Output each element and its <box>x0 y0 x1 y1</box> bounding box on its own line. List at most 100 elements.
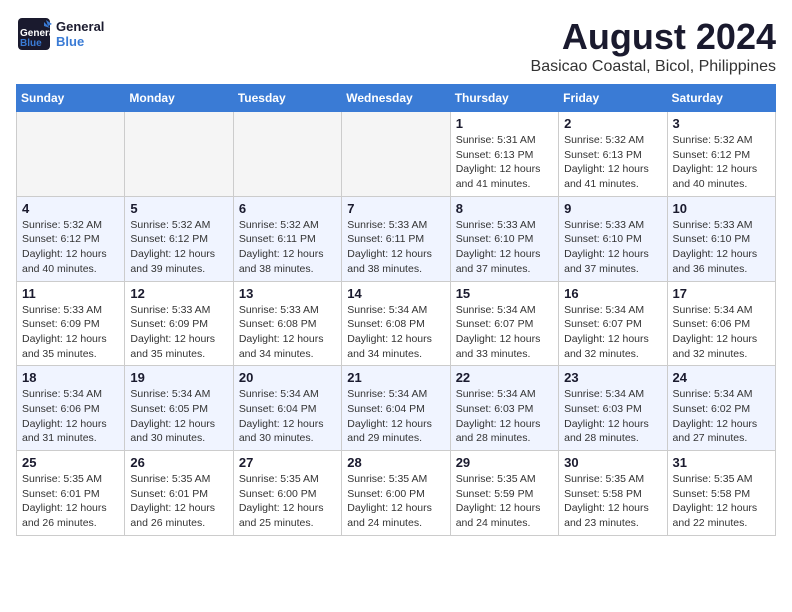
header-tuesday: Tuesday <box>233 85 341 112</box>
sunset: Sunset: 6:04 PM <box>239 403 317 415</box>
daylight: Daylight: 12 hours and 37 minutes. <box>456 248 541 275</box>
daylight: Daylight: 12 hours and 35 minutes. <box>130 333 215 360</box>
day-number: 14 <box>347 286 444 301</box>
table-row: 24Sunrise: 5:34 AMSunset: 6:02 PMDayligh… <box>667 366 775 451</box>
daylight: Daylight: 12 hours and 40 minutes. <box>22 248 107 275</box>
day-info: Sunrise: 5:33 AMSunset: 6:09 PMDaylight:… <box>130 303 227 362</box>
daylight: Daylight: 12 hours and 33 minutes. <box>456 333 541 360</box>
table-row: 25Sunrise: 5:35 AMSunset: 6:01 PMDayligh… <box>17 451 125 536</box>
day-info: Sunrise: 5:33 AMSunset: 6:10 PMDaylight:… <box>456 218 553 277</box>
sunset: Sunset: 6:06 PM <box>22 403 100 415</box>
sunrise: Sunrise: 5:34 AM <box>673 388 753 400</box>
header-sunday: Sunday <box>17 85 125 112</box>
day-info: Sunrise: 5:32 AMSunset: 6:13 PMDaylight:… <box>564 133 661 192</box>
day-info: Sunrise: 5:34 AM Sunset: 6:04 PM Daylight:… <box>239 387 336 446</box>
day-info: Sunrise: 5:35 AMSunset: 5:59 PMDaylight:… <box>456 472 553 531</box>
sunset: Sunset: 6:00 PM <box>347 488 425 500</box>
logo-general: General <box>56 19 104 34</box>
month-title: August 2024 <box>531 16 776 58</box>
sunrise: Sunrise: 5:35 AM <box>22 473 102 485</box>
table-row: 8Sunrise: 5:33 AMSunset: 6:10 PMDaylight… <box>450 196 558 281</box>
sunset: Sunset: 5:58 PM <box>673 488 751 500</box>
sunrise: Sunrise: 5:33 AM <box>564 219 644 231</box>
day-info: Sunrise: 5:34 AMSunset: 6:03 PMDaylight:… <box>456 387 553 446</box>
sunrise: Sunrise: 5:35 AM <box>456 473 536 485</box>
daylight: Daylight: 12 hours and 29 minutes. <box>347 418 432 445</box>
calendar-week-4: 18 Sunrise: 5:34 AM Sunset: 6:06 PM Dayligh… <box>17 366 776 451</box>
day-number: 18 <box>22 370 119 385</box>
sunset: Sunset: 6:07 PM <box>564 318 642 330</box>
header-friday: Friday <box>559 85 667 112</box>
day-number: 9 <box>564 201 661 216</box>
day-number: 19 <box>130 370 227 385</box>
svg-text:Blue: Blue <box>20 38 42 49</box>
sunrise: Sunrise: 5:31 AM <box>456 134 536 146</box>
logo: General Blue General Blue <box>16 16 104 52</box>
table-row: 23Sunrise: 5:34 AMSunset: 6:03 PMDayligh… <box>559 366 667 451</box>
sunset: Sunset: 6:01 PM <box>130 488 208 500</box>
sunset: Sunset: 6:06 PM <box>673 318 751 330</box>
day-info: Sunrise: 5:34 AMSunset: 6:05 PMDaylight:… <box>130 387 227 446</box>
day-number: 13 <box>239 286 336 301</box>
sunset: Sunset: 6:03 PM <box>564 403 642 415</box>
table-row: 18Sunrise: 5:34 AMSunset: 6:06 PMDayligh… <box>17 366 125 451</box>
sunset: Sunset: 6:05 PM <box>130 403 208 415</box>
daylight: Daylight: 12 hours and 30 minutes. <box>239 418 324 445</box>
sunset: Sunset: 6:08 PM <box>347 318 425 330</box>
sunrise: Sunrise: 5:33 AM <box>130 304 210 316</box>
sunset: Sunset: 6:08 PM <box>239 318 317 330</box>
daylight: Daylight: 12 hours and 35 minutes. <box>22 333 107 360</box>
day-info: Sunrise: 5:35 AMSunset: 6:01 PMDaylight:… <box>22 472 119 531</box>
day-number: 16 <box>564 286 661 301</box>
table-row: 6Sunrise: 5:32 AMSunset: 6:11 PMDaylight… <box>233 196 341 281</box>
table-row: 1Sunrise: 5:31 AMSunset: 6:13 PMDaylight… <box>450 112 558 197</box>
calendar-header-row: Sunday Monday Tuesday Wednesday Thursday… <box>17 85 776 112</box>
sunrise: Sunrise: 5:34 AM <box>564 388 644 400</box>
table-row: 22Sunrise: 5:34 AMSunset: 6:03 PMDayligh… <box>450 366 558 451</box>
sunrise: Sunrise: 5:34 AM <box>347 304 427 316</box>
table-row: 30Sunrise: 5:35 AMSunset: 5:58 PMDayligh… <box>559 451 667 536</box>
daylight: Daylight: 12 hours and 23 minutes. <box>564 502 649 529</box>
calendar-week-1: 1Sunrise: 5:31 AMSunset: 6:13 PMDaylight… <box>17 112 776 197</box>
day-info: Sunrise: 5:32 AMSunset: 6:11 PMDaylight:… <box>239 218 336 277</box>
table-row: 12Sunrise: 5:33 AMSunset: 6:09 PMDayligh… <box>125 281 233 366</box>
day-info: Sunrise: 5:35 AMSunset: 6:01 PMDaylight:… <box>130 472 227 531</box>
day-info: Sunrise: 5:34 AMSunset: 6:07 PMDaylight:… <box>564 303 661 362</box>
day-info: Sunrise: 5:34 AMSunset: 6:02 PMDaylight:… <box>673 387 770 446</box>
sunset: Sunset: 6:09 PM <box>22 318 100 330</box>
daylight: Daylight: 12 hours and 40 minutes. <box>673 163 758 190</box>
day-info: Sunrise: 5:35 AMSunset: 6:00 PMDaylight:… <box>239 472 336 531</box>
sunset: Sunset: 6:10 PM <box>673 233 751 245</box>
table-row: 11Sunrise: 5:33 AMSunset: 6:09 PMDayligh… <box>17 281 125 366</box>
day-number: 5 <box>130 201 227 216</box>
day-number: 20 <box>239 370 336 385</box>
day-number: 4 <box>22 201 119 216</box>
day-number: 11 <box>22 286 119 301</box>
daylight: Daylight: 12 hours and 41 minutes. <box>456 163 541 190</box>
table-row: 29Sunrise: 5:35 AMSunset: 5:59 PMDayligh… <box>450 451 558 536</box>
day-info: Sunrise: 5:35 AMSunset: 6:00 PMDaylight:… <box>347 472 444 531</box>
daylight: Daylight: 12 hours and 41 minutes. <box>564 163 649 190</box>
sunrise: Sunrise: 5:34 AM <box>673 304 753 316</box>
day-number: 26 <box>130 455 227 470</box>
table-row: 21Sunrise: 5:34 AMSunset: 6:04 PMDayligh… <box>342 366 450 451</box>
table-row: 5Sunrise: 5:32 AMSunset: 6:12 PMDaylight… <box>125 196 233 281</box>
sunset: Sunset: 6:11 PM <box>239 233 316 245</box>
sunrise: Sunrise: 5:34 AM <box>22 388 102 400</box>
day-number: 1 <box>456 116 553 131</box>
table-row: 16 Sunrise: 5:34 AMSunset: 6:07 PMDayligh… <box>559 281 667 366</box>
sunrise: Sunrise: 5:34 AM <box>456 388 536 400</box>
sunrise: Sunrise: 5:33 AM <box>239 304 319 316</box>
sunrise: Sunrise: 5:32 AM <box>564 134 644 146</box>
table-row: 13Sunrise: 5:33 AMSunset: 6:08 PMDayligh… <box>233 281 341 366</box>
day-number: 31 <box>673 455 770 470</box>
sunset: Sunset: 6:12 PM <box>130 233 208 245</box>
day-number: 30 <box>564 455 661 470</box>
day-number: 28 <box>347 455 444 470</box>
table-row: 31Sunrise: 5:35 AMSunset: 5:58 PMDayligh… <box>667 451 775 536</box>
daylight: Daylight: 12 hours and 24 minutes. <box>347 502 432 529</box>
title-area: August 2024 Basicao Coastal, Bicol, Phil… <box>531 16 776 76</box>
sunset: Sunset: 6:00 PM <box>239 488 317 500</box>
sunrise: Sunrise: 5:34 AM <box>239 388 319 400</box>
logo-blue: Blue <box>56 34 104 49</box>
